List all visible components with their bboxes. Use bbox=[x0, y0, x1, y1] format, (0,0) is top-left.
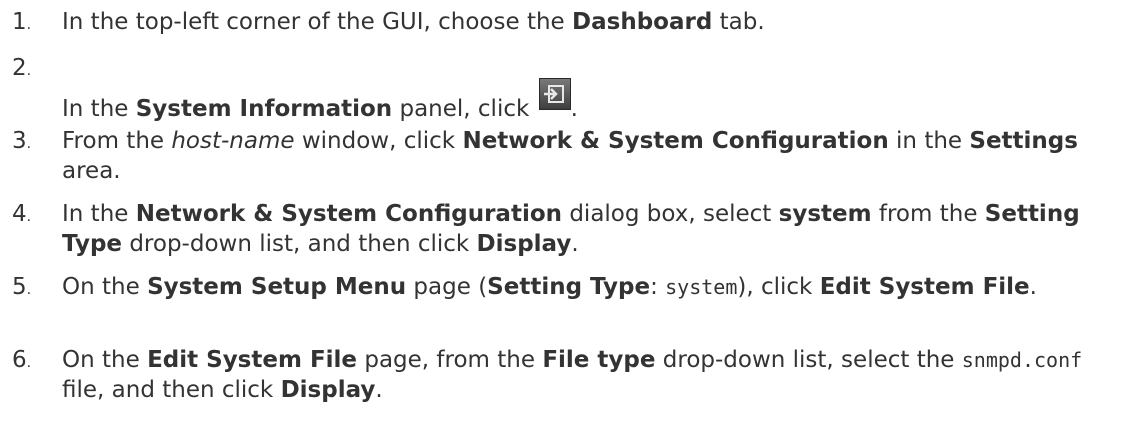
code-system: system bbox=[665, 275, 738, 299]
step-text: In the System Information panel, click . bbox=[62, 78, 1120, 124]
placeholder-host-name: host-name bbox=[171, 128, 295, 154]
step-text: On the Edit System File page, from the F… bbox=[62, 347, 1083, 403]
step-number: 1. bbox=[12, 9, 32, 35]
ui-term-edit-system-file: Edit System File bbox=[147, 347, 358, 373]
ui-term-dashboard: Dashboard bbox=[572, 9, 713, 35]
step-text: From the host-name window, click Network… bbox=[62, 128, 1078, 184]
ui-term-network-system-configuration: Network & System Configuration bbox=[135, 201, 563, 227]
ui-term-file-type: File type bbox=[542, 347, 656, 373]
step-number: 3. bbox=[12, 128, 32, 154]
ui-term-system-information: System Information bbox=[135, 96, 393, 122]
ui-term-network-system-configuration: Network & System Configuration bbox=[462, 128, 889, 154]
step-number: 6. bbox=[12, 347, 32, 373]
ui-term-setting-type: Setting Type bbox=[487, 274, 651, 300]
step-text: On the System Setup Menu page (Setting T… bbox=[62, 274, 1037, 300]
ui-term-edit-system-file: Edit System File bbox=[819, 274, 1030, 300]
step-text: In the Network & System Configuration di… bbox=[62, 201, 1080, 257]
ui-term-system-setup-menu: System Setup Menu bbox=[147, 274, 407, 300]
ui-term-settings: Settings bbox=[969, 128, 1078, 154]
step-number: 2. bbox=[12, 55, 32, 81]
ui-term-display: Display bbox=[280, 377, 376, 403]
step-number: 4. bbox=[12, 201, 32, 227]
step-number: 5. bbox=[12, 274, 32, 300]
step-text: In the top-left corner of the GUI, choos… bbox=[62, 9, 765, 35]
ui-term-system: system bbox=[778, 201, 872, 227]
import-config-icon bbox=[538, 78, 571, 110]
code-snmpd-conf: snmpd.conf bbox=[961, 348, 1083, 372]
ui-term-display: Display bbox=[476, 231, 572, 257]
procedure-steps-list: 1. In the top-left corner of the GUI, ch… bbox=[0, 0, 1127, 428]
